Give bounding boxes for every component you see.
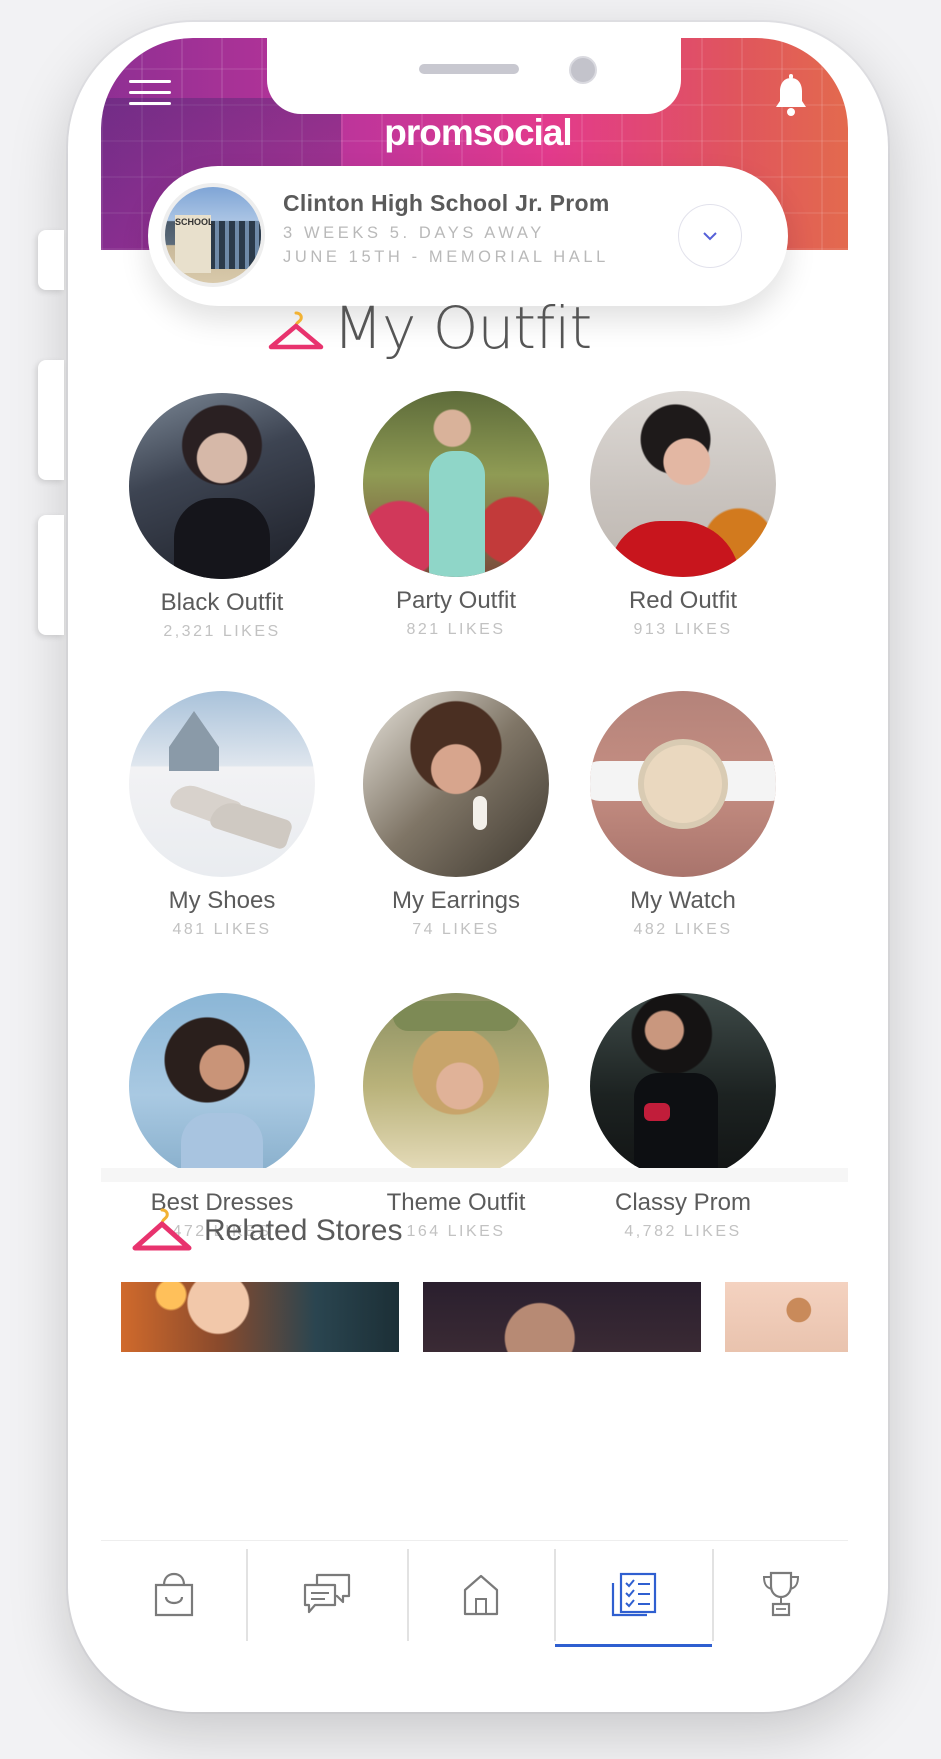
trophy-icon [762, 1571, 799, 1617]
outfit-name: My Earrings [391, 887, 521, 914]
outfit-tile[interactable]: My Shoes 481 LIKES [112, 691, 332, 939]
event-title: Clinton High School Jr. Prom [283, 190, 610, 216]
outfit-name: Red Outfit [628, 587, 738, 614]
tab-home[interactable] [408, 1541, 554, 1647]
chat-icon [303, 1573, 351, 1614]
outfit-photo [363, 391, 549, 577]
outfit-likes: 913 LIKES [633, 621, 733, 638]
my-outfit-header: My Outfit [101, 294, 848, 374]
outfit-photo [129, 993, 315, 1179]
front-camera [569, 56, 597, 84]
app-screen: promsocial SCHOOL Clinton High School Jr… [101, 38, 848, 1660]
outfit-likes: 74 LIKES [412, 921, 500, 938]
speaker-grille [419, 64, 519, 74]
bell-icon[interactable] [773, 74, 809, 118]
tab-shop[interactable] [101, 1541, 246, 1647]
event-countdown: 3 WEEKS 5. DAYS AWAY [283, 224, 545, 242]
outfit-photo [363, 691, 549, 877]
related-stores-title: Related Stores [204, 1214, 403, 1247]
tab-checklist[interactable] [555, 1541, 712, 1647]
outfit-likes: 2,321 LIKES [163, 623, 281, 640]
event-school-photo: SCHOOL [161, 183, 265, 287]
hanger-icon [268, 311, 324, 350]
outfit-name: Black Outfit [160, 589, 284, 616]
outfit-photo [363, 993, 549, 1179]
event-card[interactable]: SCHOOL Clinton High School Jr. Prom 3 WE… [148, 166, 788, 306]
store-card[interactable] [725, 1282, 848, 1352]
tab-awards[interactable] [713, 1541, 848, 1647]
bottom-tab-bar [101, 1540, 848, 1660]
outfit-tile[interactable]: Party Outfit 821 LIKES [346, 391, 566, 639]
outfit-tile[interactable]: My Watch 482 LIKES [573, 691, 793, 939]
section-title: My Outfit [333, 294, 592, 362]
outfit-photo [590, 691, 776, 877]
shopping-bag-icon [154, 1572, 193, 1617]
device-notch [267, 38, 681, 114]
outfit-photo [129, 691, 315, 877]
home-icon [463, 1574, 499, 1616]
store-card[interactable] [121, 1282, 399, 1352]
side-button-mute [38, 230, 64, 290]
outfit-name: My Shoes [168, 887, 276, 914]
related-stores-section: Related Stores [101, 1178, 848, 1418]
tab-messages[interactable] [247, 1541, 407, 1647]
outfit-likes: 482 LIKES [633, 921, 733, 938]
side-button-volume-up [38, 360, 64, 480]
outfit-photo [129, 393, 315, 579]
store-card[interactable] [423, 1282, 701, 1352]
outfit-likes: 481 LIKES [172, 921, 272, 938]
checklist-icon [611, 1572, 656, 1617]
outfit-photo [590, 993, 776, 1179]
outfit-tile[interactable]: Black Outfit 2,321 LIKES [112, 393, 332, 641]
outfit-tile[interactable]: My Earrings 74 LIKES [346, 691, 566, 939]
side-button-volume-down [38, 515, 64, 635]
hanger-icon [132, 1208, 192, 1251]
menu-icon[interactable] [129, 80, 171, 106]
outfit-tile[interactable]: Red Outfit 913 LIKES [573, 391, 793, 639]
app-logo: promsocial [384, 112, 572, 153]
outfit-name: Party Outfit [395, 587, 517, 614]
school-sign: SCHOOL [175, 215, 214, 273]
chevron-down-icon [703, 232, 717, 241]
outfit-photo [590, 391, 776, 577]
outfit-likes: 821 LIKES [406, 621, 506, 638]
outfit-name: My Watch [630, 887, 736, 914]
event-date-location: JUNE 15TH - MEMORIAL HALL [283, 248, 609, 266]
event-dropdown-button[interactable] [678, 204, 742, 268]
